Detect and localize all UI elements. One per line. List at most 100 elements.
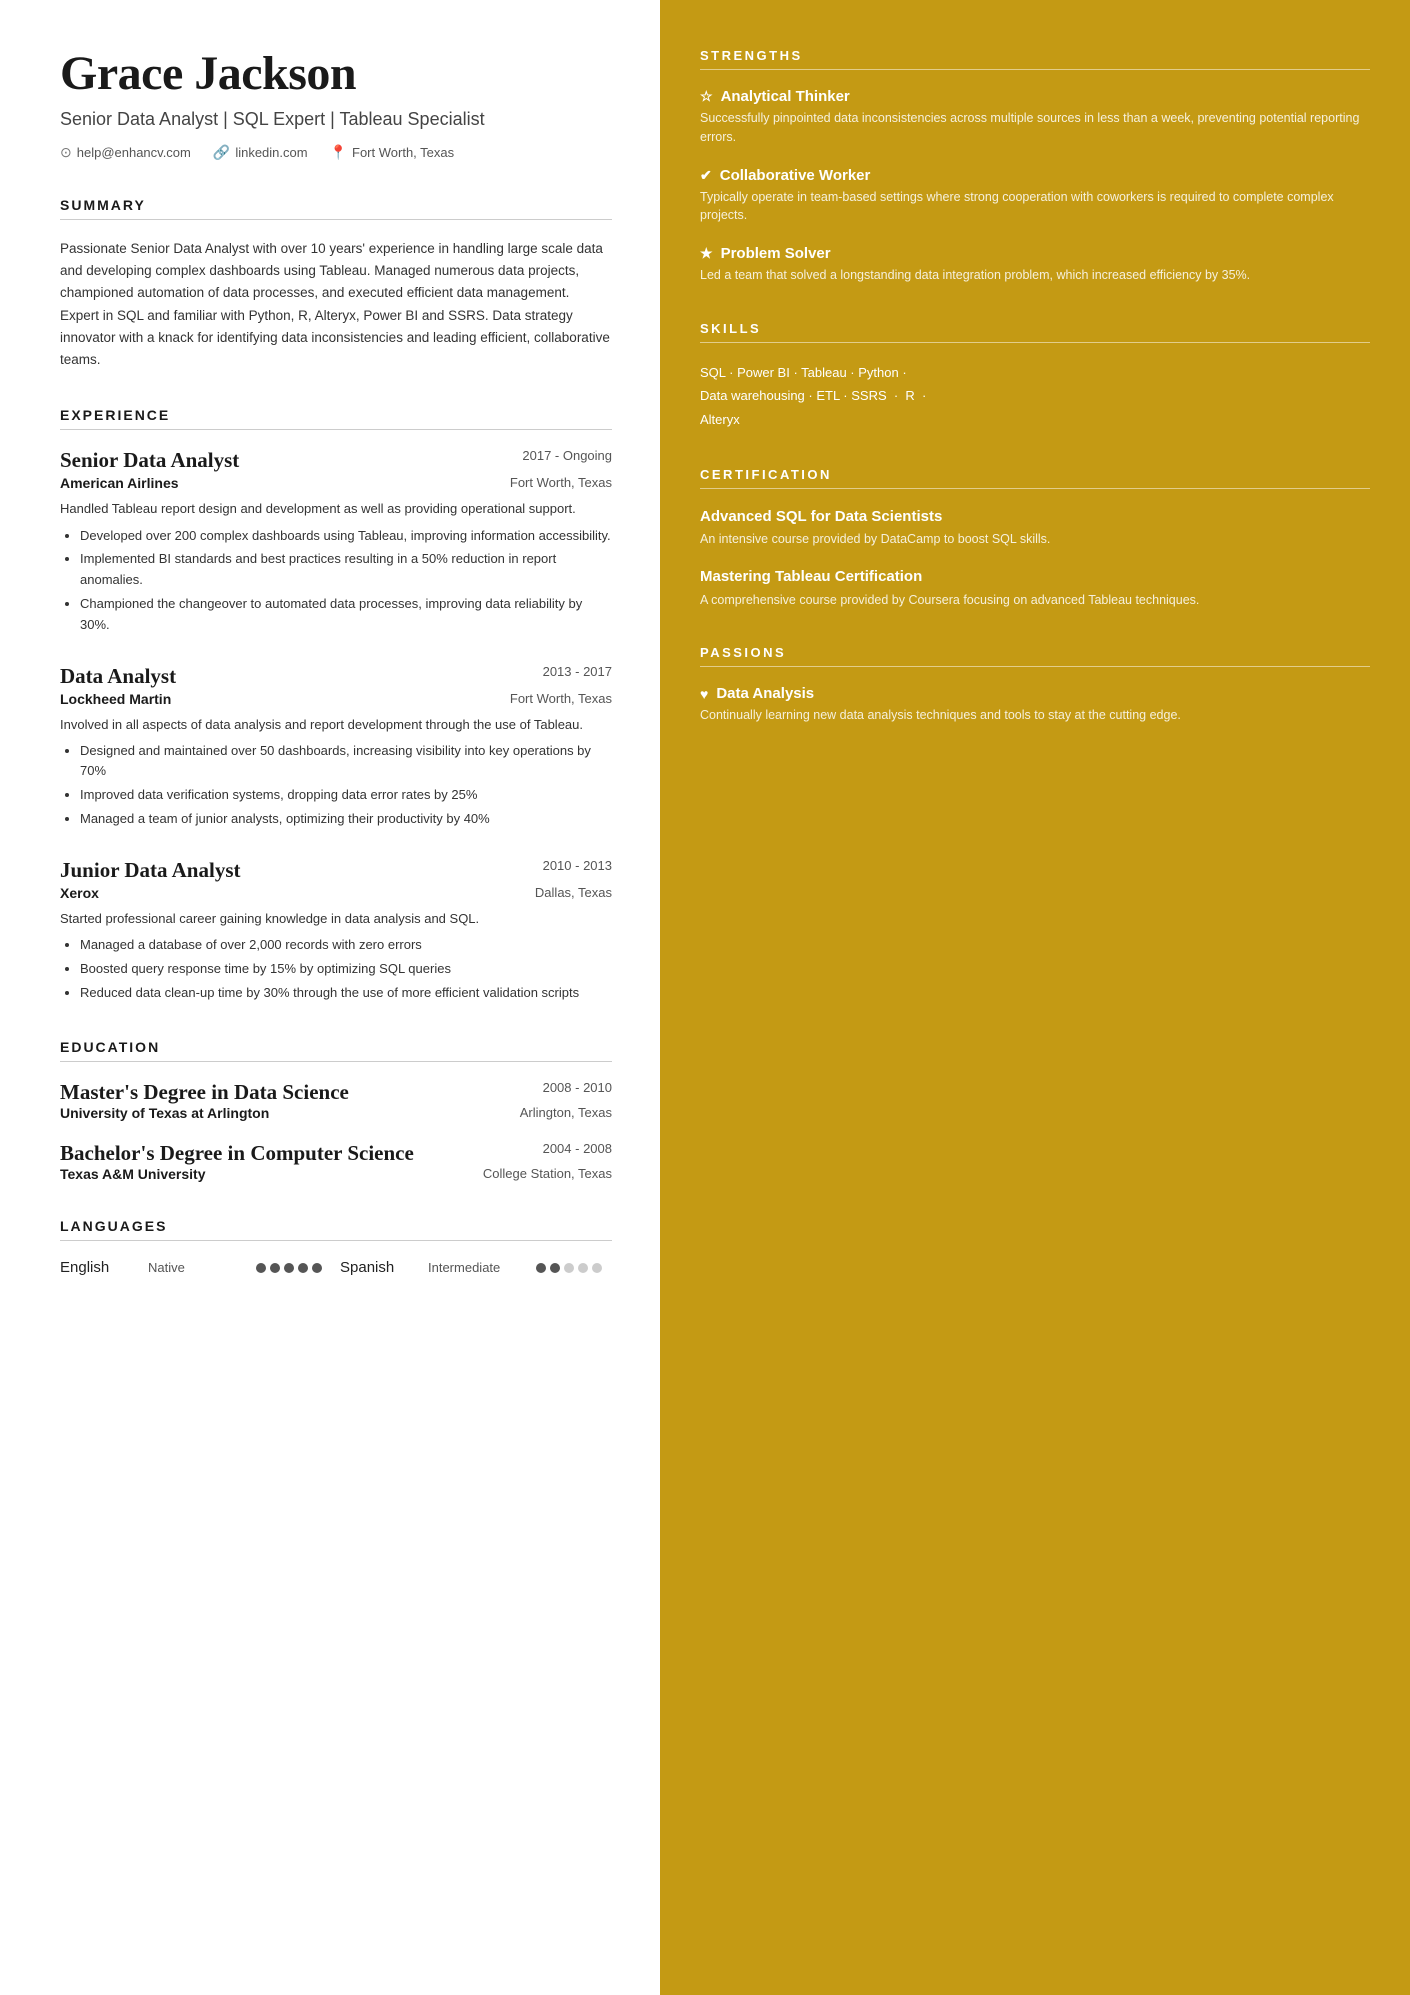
job-desc-2: Involved in all aspects of data analysis… [60, 715, 612, 735]
strength-icon-2: ✔ [700, 167, 712, 184]
passions-section: PASSIONS ♥ Data Analysis Continually lea… [700, 645, 1370, 725]
passion-icon-1: ♥ [700, 686, 708, 702]
dot-en-1 [256, 1263, 266, 1273]
location-contact: 📍 Fort Worth, Texas [330, 144, 455, 161]
strength-desc-2: Typically operate in team-based settings… [700, 188, 1370, 226]
right-column: STRENGTHS ☆ Analytical Thinker Successfu… [660, 0, 1410, 1995]
languages-section: LANGUAGES English Native Spanish Interme… [60, 1218, 612, 1276]
job-entry-3: Junior Data Analyst 2010 - 2013 Xerox Da… [60, 858, 612, 1004]
dot-es-1 [536, 1263, 546, 1273]
job-bullets-2: Designed and maintained over 50 dashboar… [60, 741, 612, 830]
skills-text: SQL · Power BI · Tableau · Python · Data… [700, 361, 1370, 431]
lang-dots-english [256, 1263, 322, 1273]
job-company-2: Lockheed Martin [60, 691, 171, 707]
job-desc-3: Started professional career gaining know… [60, 909, 612, 929]
strength-name-1: Analytical Thinker [721, 88, 850, 105]
job-sub-3: Xerox Dallas, Texas [60, 885, 612, 901]
dot-es-2 [550, 1263, 560, 1273]
edu-dates-1: 2008 - 2010 [543, 1080, 612, 1105]
linkedin-contact: 🔗 linkedin.com [213, 144, 308, 161]
job-dates-1: 2017 - Ongoing [522, 448, 612, 463]
cert-item-1: Advanced SQL for Data Scientists An inte… [700, 507, 1370, 549]
job-location-1: Fort Worth, Texas [510, 475, 612, 491]
passions-title: PASSIONS [700, 645, 1370, 660]
bullet-3-1: Managed a database of over 2,000 records… [80, 935, 612, 956]
passion-desc-1: Continually learning new data analysis t… [700, 706, 1370, 725]
dot-es-3 [564, 1263, 574, 1273]
job-title-2: Data Analyst [60, 664, 176, 689]
skills-divider [700, 342, 1370, 343]
job-title-1: Senior Data Analyst [60, 448, 239, 473]
job-dates-2: 2013 - 2017 [543, 664, 612, 679]
bullet-3-2: Boosted query response time by 15% by op… [80, 959, 612, 980]
edu-entry-2: Bachelor's Degree in Computer Science 20… [60, 1141, 612, 1182]
dot-en-3 [284, 1263, 294, 1273]
job-bullets-1: Developed over 200 complex dashboards us… [60, 526, 612, 636]
dot-es-4 [578, 1263, 588, 1273]
experience-divider [60, 429, 612, 430]
job-dates-3: 2010 - 2013 [543, 858, 612, 873]
job-location-3: Dallas, Texas [535, 885, 612, 901]
edu-sub-2: Texas A&M University College Station, Te… [60, 1166, 612, 1182]
education-section: EDUCATION Master's Degree in Data Scienc… [60, 1039, 612, 1182]
education-divider [60, 1061, 612, 1062]
strength-title-1: ☆ Analytical Thinker [700, 88, 1370, 105]
job-company-1: American Airlines [60, 475, 179, 491]
strength-title-3: ★ Problem Solver [700, 245, 1370, 262]
strengths-title: STRENGTHS [700, 48, 1370, 63]
experience-section: EXPERIENCE Senior Data Analyst 2017 - On… [60, 407, 612, 1003]
strength-desc-3: Led a team that solved a longstanding da… [700, 266, 1370, 285]
job-header-3: Junior Data Analyst 2010 - 2013 [60, 858, 612, 883]
resume-container: Grace Jackson Senior Data Analyst | SQL … [0, 0, 1410, 1995]
experience-title: EXPERIENCE [60, 407, 612, 423]
candidate-name: Grace Jackson [60, 48, 612, 101]
email-contact: ⊙ help@enhancv.com [60, 144, 191, 161]
strength-name-2: Collaborative Worker [720, 167, 871, 184]
skills-title: SKILLS [700, 321, 1370, 336]
location-value: Fort Worth, Texas [352, 145, 454, 160]
edu-sub-1: University of Texas at Arlington Arlingt… [60, 1105, 612, 1121]
bullet-2-2: Improved data verification systems, drop… [80, 785, 612, 806]
cert-name-2: Mastering Tableau Certification [700, 567, 1370, 587]
bullet-1-1: Developed over 200 complex dashboards us… [80, 526, 612, 547]
languages-row: English Native Spanish Intermediate [60, 1259, 612, 1276]
edu-degree-1: Master's Degree in Data Science [60, 1080, 349, 1105]
lang-level-english: Native [148, 1260, 238, 1275]
location-icon: 📍 [330, 144, 347, 161]
education-title: EDUCATION [60, 1039, 612, 1055]
strength-name-3: Problem Solver [721, 245, 831, 262]
job-entry-1: Senior Data Analyst 2017 - Ongoing Ameri… [60, 448, 612, 635]
languages-title: LANGUAGES [60, 1218, 612, 1234]
email-value: help@enhancv.com [77, 145, 191, 160]
edu-degree-2: Bachelor's Degree in Computer Science [60, 1141, 414, 1166]
dot-es-5 [592, 1263, 602, 1273]
job-location-2: Fort Worth, Texas [510, 691, 612, 707]
passions-divider [700, 666, 1370, 667]
contact-bar: ⊙ help@enhancv.com 🔗 linkedin.com 📍 Fort… [60, 144, 612, 161]
cert-desc-1: An intensive course provided by DataCamp… [700, 530, 1370, 549]
lang-level-spanish: Intermediate [428, 1260, 518, 1275]
summary-title: SUMMARY [60, 197, 612, 213]
edu-location-2: College Station, Texas [483, 1166, 612, 1182]
summary-text: Passionate Senior Data Analyst with over… [60, 238, 612, 372]
left-column: Grace Jackson Senior Data Analyst | SQL … [0, 0, 660, 1995]
job-header-1: Senior Data Analyst 2017 - Ongoing [60, 448, 612, 473]
strengths-divider [700, 69, 1370, 70]
lang-name-spanish: Spanish [340, 1259, 410, 1276]
dot-en-5 [312, 1263, 322, 1273]
job-desc-1: Handled Tableau report design and develo… [60, 499, 612, 519]
edu-school-1: University of Texas at Arlington [60, 1105, 269, 1121]
certification-divider [700, 488, 1370, 489]
lang-dots-spanish [536, 1263, 602, 1273]
certification-section: CERTIFICATION Advanced SQL for Data Scie… [700, 467, 1370, 610]
strength-desc-1: Successfully pinpointed data inconsisten… [700, 109, 1370, 147]
bullet-2-3: Managed a team of junior analysts, optim… [80, 809, 612, 830]
summary-divider [60, 219, 612, 220]
bullet-3-3: Reduced data clean-up time by 30% throug… [80, 983, 612, 1004]
cert-name-1: Advanced SQL for Data Scientists [700, 507, 1370, 527]
languages-divider [60, 1240, 612, 1241]
strengths-section: STRENGTHS ☆ Analytical Thinker Successfu… [700, 48, 1370, 285]
strength-1: ☆ Analytical Thinker Successfully pinpoi… [700, 88, 1370, 147]
edu-header-2: Bachelor's Degree in Computer Science 20… [60, 1141, 612, 1166]
strength-2: ✔ Collaborative Worker Typically operate… [700, 167, 1370, 226]
